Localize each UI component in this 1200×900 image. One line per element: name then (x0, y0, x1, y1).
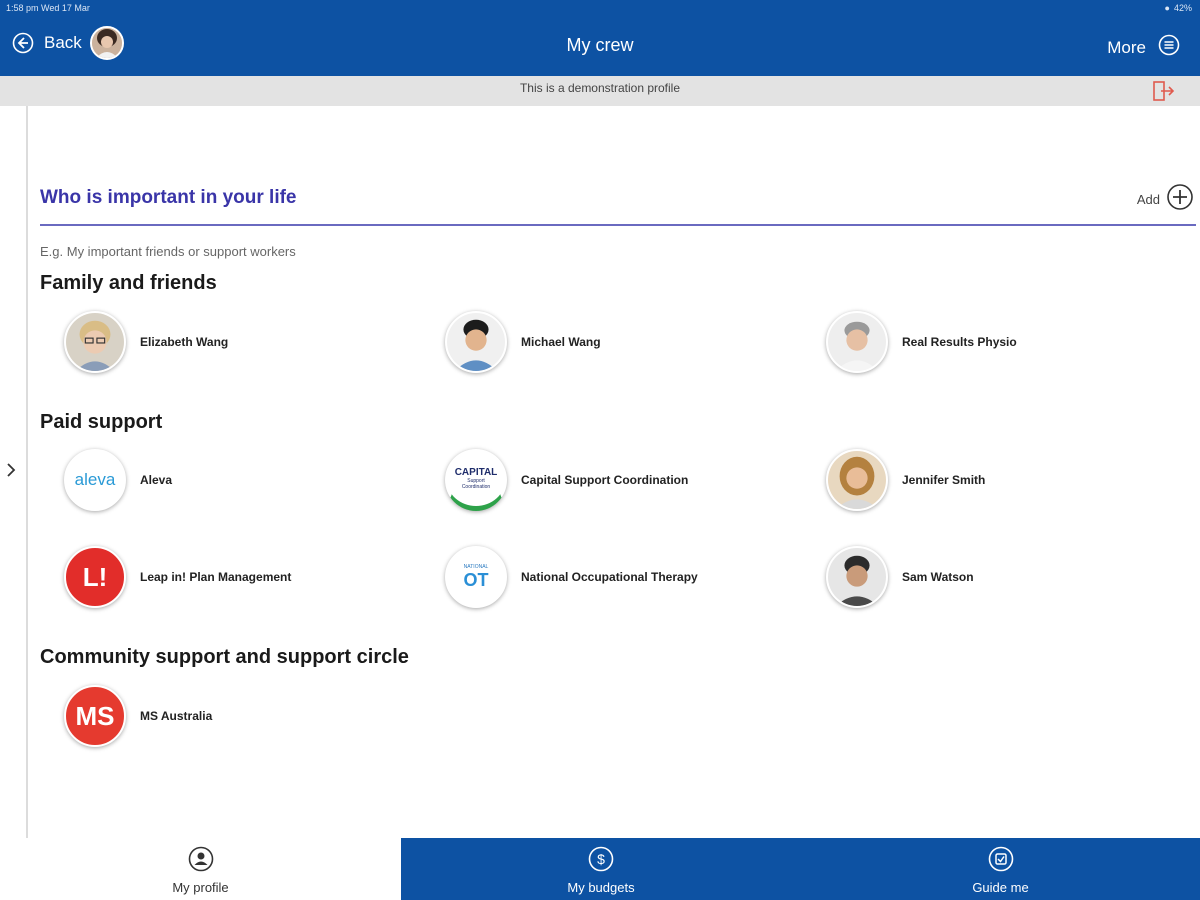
contact-card[interactable]: L! Leap in! Plan Management (64, 546, 291, 608)
bottom-tab-bar: My profile $ My budgets Guide me (0, 838, 1200, 900)
group-title-paid: Paid support (40, 411, 163, 433)
contact-avatar (64, 311, 126, 373)
more-label: More (1107, 37, 1146, 57)
status-indicators: ● 42% (1165, 3, 1192, 13)
contact-card[interactable]: Michael Wang (445, 311, 601, 373)
contact-name: Jennifer Smith (902, 473, 986, 487)
tab-guide-me[interactable]: Guide me (801, 838, 1200, 900)
more-button[interactable]: More (1107, 34, 1180, 61)
dollar-icon: $ (588, 846, 614, 877)
contact-avatar (826, 546, 888, 608)
contact-name: Sam Watson (902, 570, 974, 584)
status-time: 1:58 pm Wed 17 Mar (6, 3, 90, 13)
contact-name: Michael Wang (521, 335, 601, 349)
side-drawer (0, 106, 28, 838)
page-title: My crew (566, 35, 634, 55)
add-button[interactable]: Add (1137, 183, 1194, 216)
contact-avatar (826, 311, 888, 373)
contact-name: Leap in! Plan Management (140, 570, 292, 584)
wifi-icon: ● (1164, 3, 1170, 13)
contact-name: Aleva (140, 473, 173, 487)
guide-icon (988, 846, 1014, 877)
tab-my-budgets[interactable]: $ My budgets (401, 838, 801, 900)
chevron-right-icon[interactable] (4, 461, 18, 484)
contact-name: Elizabeth Wang (140, 335, 229, 349)
capital-logo: CAPITAL Support Coordination (445, 449, 507, 511)
demo-banner-text: This is a demonstration profile (519, 81, 681, 95)
battery-level: 42% (1173, 3, 1192, 13)
aleva-logo: aleva (64, 449, 126, 511)
tab-label: My profile (172, 880, 229, 895)
status-bar: 1:58 pm Wed 17 Mar ● 42% (0, 0, 1200, 18)
contact-card[interactable]: NATIONAL OT National Occupational Therap… (445, 546, 698, 608)
contact-name: Real Results Physio (902, 335, 1017, 349)
contact-card[interactable]: CAPITAL Support Coordination Capital Sup… (445, 449, 688, 511)
tab-label: My budgets (567, 880, 635, 895)
add-label: Add (1136, 192, 1160, 207)
leap-in-logo: L! (64, 546, 126, 608)
section-hint: E.g. My important friends or support wor… (40, 244, 296, 259)
contact-card[interactable]: Real Results Physio (826, 311, 1017, 373)
exit-demo-icon[interactable] (1152, 80, 1176, 107)
contact-card[interactable]: Jennifer Smith (826, 449, 985, 511)
group-title-family: Family and friends (40, 272, 217, 294)
section-title: Who is important in your life (40, 187, 297, 208)
contact-name: Capital Support Coordination (521, 473, 689, 487)
contact-name: National Occupational Therapy (521, 570, 698, 584)
menu-icon (1158, 34, 1180, 61)
contact-avatar (826, 449, 888, 511)
ms-australia-logo: MS (64, 685, 126, 747)
tab-my-profile[interactable]: My profile (0, 838, 401, 900)
group-title-community: Community support and support circle (40, 646, 409, 668)
contact-avatar (445, 311, 507, 373)
plus-icon (1166, 183, 1194, 216)
contact-card[interactable]: MS MS Australia (64, 685, 212, 747)
national-ot-logo: NATIONAL OT (445, 546, 507, 608)
contact-card[interactable]: Elizabeth Wang (64, 311, 228, 373)
section-header: Who is important in your life Add (40, 183, 1196, 226)
tab-label: Guide me (972, 880, 1029, 895)
contact-name: MS Australia (140, 709, 213, 723)
contact-card[interactable]: Sam Watson (826, 546, 974, 608)
nav-bar: Back My crew More (0, 18, 1200, 76)
demo-banner: This is a demonstration profile (0, 76, 1200, 106)
contact-card[interactable]: aleva Aleva (64, 449, 172, 511)
person-icon (188, 846, 214, 877)
svg-text:$: $ (597, 851, 605, 867)
